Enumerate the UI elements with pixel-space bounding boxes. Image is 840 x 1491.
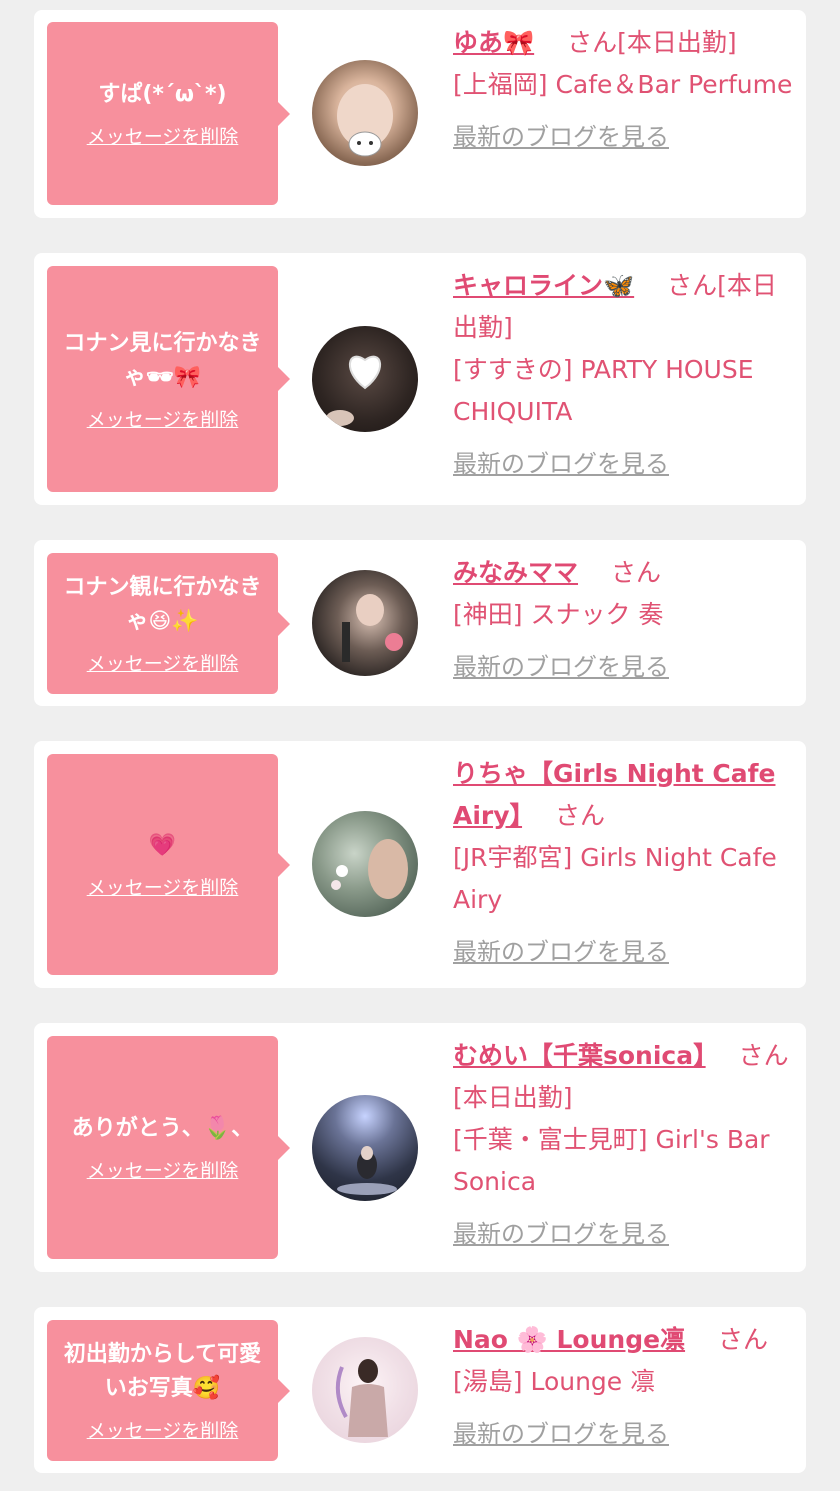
- shop-name: [湯島] Lounge 凛: [453, 1367, 656, 1396]
- delete-message-link[interactable]: メッセージを削除: [87, 649, 239, 676]
- avatar[interactable]: [312, 60, 418, 166]
- latest-blog-link[interactable]: 最新のブログを見る: [453, 646, 793, 688]
- cast-name-link[interactable]: ゆあ🎀: [453, 28, 534, 57]
- shop-name: [千葉・富士見町] Girl's Bar Sonica: [453, 1125, 770, 1196]
- shop-name: [JR宇都宮] Girls Night Cafe Airy: [453, 843, 777, 914]
- cast-info: キャロライン🦋 さん[本日出勤] [すすきの] PARTY HOUSE CHIQ…: [453, 265, 793, 485]
- avatar-photo-icon: [331, 839, 408, 899]
- latest-blog-link[interactable]: 最新のブログを見る: [453, 443, 793, 485]
- avatar[interactable]: [312, 811, 418, 917]
- list-item: コナン観に行かなきゃ😆✨ メッセージを削除 みなみママ さん [神田] スナック…: [34, 540, 806, 706]
- list-item: コナン見に行かなきゃ🕶🎀 メッセージを削除 キャロライン🦋 さん[本日出勤] […: [34, 253, 806, 505]
- cast-info: りちゃ【Girls Night Cafe Airy】 さん [JR宇都宮] Gi…: [453, 753, 793, 973]
- avatar-photo-icon: [342, 594, 403, 662]
- list-item: ありがとう、🌷、 メッセージを削除 むめい【千葉sonica】 さん [本日出勤]…: [34, 1023, 806, 1272]
- message-text: 初出勤からして可愛いお写真🥰: [63, 1342, 262, 1401]
- list-item: 初出勤からして可愛いお写真🥰 メッセージを削除 Nao 🌸 Lounge凛 さん…: [34, 1307, 806, 1473]
- status-badge: [本日出勤]: [617, 28, 737, 57]
- avatar-photo-icon: [326, 355, 382, 426]
- latest-blog-link[interactable]: 最新のブログを見る: [453, 1413, 793, 1455]
- shop-name: [神田] スナック 奏: [453, 600, 664, 629]
- cast-info: みなみママ さん [神田] スナック 奏 最新のブログを見る: [453, 552, 793, 688]
- avatar[interactable]: [312, 570, 418, 676]
- honorific: さん: [567, 28, 618, 57]
- avatar-photo-icon: [337, 84, 393, 157]
- message-list: すぱ(*´ω`*) メッセージを削除 ゆあ🎀 さん[本日出勤] [上福岡] Ca…: [0, 0, 840, 1491]
- cast-info: ゆあ🎀 さん[本日出勤] [上福岡] Cafe＆Bar Perfume 最新のブ…: [453, 22, 793, 158]
- message-text: すぱ(*´ω`*): [98, 82, 227, 107]
- message-text: コナン観に行かなきゃ😆✨: [63, 575, 262, 634]
- avatar[interactable]: [312, 1095, 418, 1201]
- avatar-photo-icon: [337, 1146, 397, 1195]
- latest-blog-link[interactable]: 最新のブログを見る: [453, 116, 793, 158]
- cast-name-link[interactable]: むめい【千葉sonica】: [453, 1041, 706, 1070]
- message-bubble: ありがとう、🌷、 メッセージを削除: [47, 1036, 290, 1259]
- honorific: さん: [718, 1325, 769, 1354]
- cast-name-link[interactable]: みなみママ: [453, 558, 578, 587]
- message-bubble: すぱ(*´ω`*) メッセージを削除: [47, 22, 290, 205]
- delete-message-link[interactable]: メッセージを削除: [87, 1156, 239, 1183]
- latest-blog-link[interactable]: 最新のブログを見る: [453, 1213, 793, 1255]
- delete-message-link[interactable]: メッセージを削除: [87, 122, 239, 149]
- list-item: 💗 メッセージを削除 りちゃ【Girls Night Cafe Airy】 さん…: [34, 741, 806, 988]
- shop-name: [すすきの] PARTY HOUSE CHIQUITA: [453, 355, 754, 426]
- honorific: さん: [667, 271, 718, 300]
- cast-name-link[interactable]: りちゃ【Girls Night Cafe Airy】: [453, 759, 775, 830]
- honorific: さん: [555, 801, 606, 830]
- avatar[interactable]: [312, 326, 418, 432]
- latest-blog-link[interactable]: 最新のブログを見る: [453, 931, 793, 973]
- message-text: 💗: [148, 833, 177, 858]
- delete-message-link[interactable]: メッセージを削除: [87, 405, 239, 432]
- message-bubble: 💗 メッセージを削除: [47, 754, 290, 975]
- message-text: コナン見に行かなきゃ🕶🎀: [63, 330, 262, 390]
- delete-message-link[interactable]: メッセージを削除: [87, 873, 239, 900]
- shop-name: [上福岡] Cafe＆Bar Perfume: [453, 70, 793, 99]
- cast-name-link[interactable]: キャロライン🦋: [453, 271, 634, 300]
- cast-name-link[interactable]: Nao 🌸 Lounge凛: [453, 1325, 685, 1354]
- avatar[interactable]: [312, 1337, 418, 1443]
- list-item: すぱ(*´ω`*) メッセージを削除 ゆあ🎀 さん[本日出勤] [上福岡] Ca…: [34, 10, 806, 218]
- avatar-photo-icon: [335, 1359, 388, 1437]
- message-text: ありがとう、🌷、: [71, 1116, 254, 1141]
- honorific: さん: [610, 558, 661, 587]
- message-bubble: 初出勤からして可愛いお写真🥰 メッセージを削除: [47, 1320, 290, 1461]
- cast-info: むめい【千葉sonica】 さん [本日出勤] [千葉・富士見町] Girl's …: [453, 1035, 793, 1255]
- honorific: さん: [738, 1041, 789, 1070]
- message-bubble: コナン観に行かなきゃ😆✨ メッセージを削除: [47, 553, 290, 694]
- status-badge: [本日出勤]: [453, 1083, 573, 1112]
- delete-message-link[interactable]: メッセージを削除: [87, 1416, 239, 1443]
- message-bubble: コナン見に行かなきゃ🕶🎀 メッセージを削除: [47, 266, 290, 492]
- cast-info: Nao 🌸 Lounge凛 さん [湯島] Lounge 凛 最新のブログを見る: [453, 1319, 793, 1455]
